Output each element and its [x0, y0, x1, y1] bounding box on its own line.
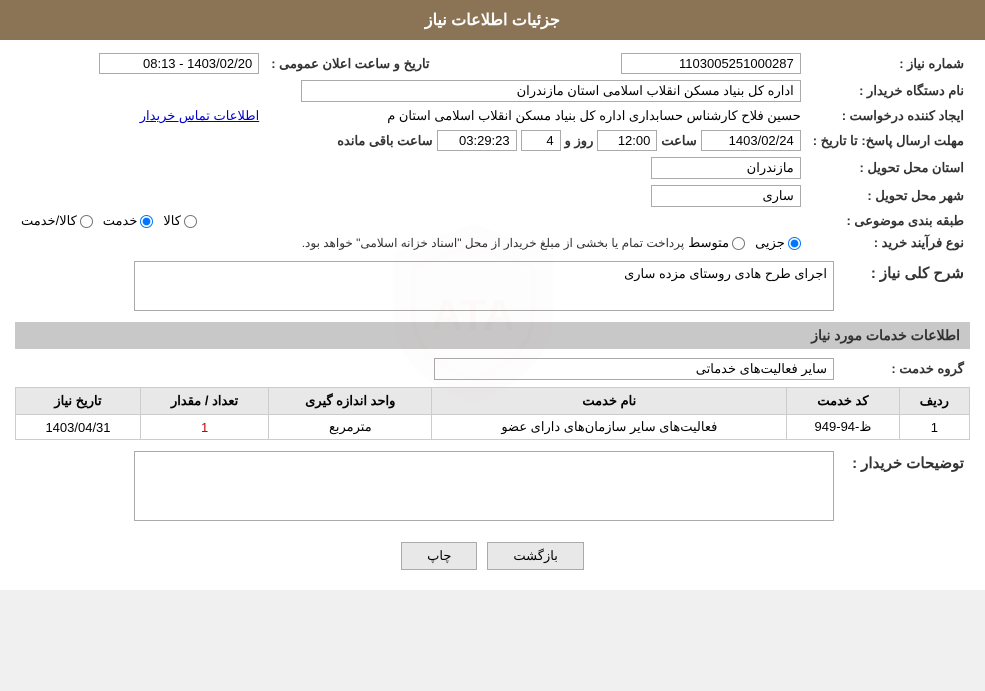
radio-khadamat: خدمت — [103, 213, 154, 229]
col-tedad: تعداد / مقدار — [141, 388, 269, 415]
sharhKoli-text: اجرای طرح هادی روستای مزده ساری — [624, 266, 827, 281]
basic-info-table: شماره نیاز : 1103005251000287 تاریخ و سا… — [15, 50, 970, 254]
cell-kod: ظ-94-949 — [787, 415, 899, 440]
tarikh-label: تاریخ و ساعت اعلان عمومی : — [265, 50, 435, 77]
col-radif: ردیف — [899, 388, 969, 415]
sharhKoli-value: اجرای طرح هادی روستای مزده ساری — [15, 258, 840, 314]
cell-radif: 1 — [899, 415, 969, 440]
noeFarayand-label: نوع فرآیند خرید : — [807, 232, 970, 254]
mohlat-saat-box: 12:00 — [597, 130, 657, 151]
shomareNiaz-box: 1103005251000287 — [621, 53, 801, 74]
groheKhadamat-box: سایر فعالیت‌های خدماتی — [434, 358, 834, 380]
shomareNiaz-label: شماره نیاز : — [807, 50, 970, 77]
mohlat-roz-box: 4 — [521, 130, 561, 151]
col-kod: کد خدمت — [787, 388, 899, 415]
col-tarikh: تاریخ نیاز — [16, 388, 141, 415]
etelaatTamas-link[interactable]: اطلاعات تماس خریدار — [140, 108, 259, 123]
ijadKonande-text: حسین فلاح کارشناس حسابداری اداره کل بنیا… — [387, 108, 801, 123]
radio-kala-khadamat-label: کالا/خدمت — [21, 213, 77, 229]
ostan-value: مازندران — [15, 154, 807, 182]
radio-jozi: جزیی — [755, 235, 801, 251]
section-services-title: اطلاعات خدمات مورد نیاز — [15, 322, 970, 349]
button-row: بازگشت چاپ — [15, 542, 970, 570]
cell-tarikh: 1403/04/31 — [16, 415, 141, 440]
ijadKonande-label: ایجاد کننده درخواست : — [807, 105, 970, 127]
mohlat-mande-label: ساعت باقی مانده — [337, 133, 432, 149]
tozihat-label: توضیحات خریدار : — [840, 448, 970, 527]
cell-nam: فعالیت‌های سایر سازمان‌های دارای عضو — [432, 415, 787, 440]
col-vahed: واحد اندازه گیری — [269, 388, 432, 415]
radio-motaset-label: متوسط — [688, 235, 729, 251]
namDastgah-box: اداره کل بنیاد مسکن انقلاب اسلامی استان … — [301, 80, 801, 102]
shomareNiaz-value: 1103005251000287 — [436, 50, 807, 77]
noeFarayand-flex: متوسط جزیی پرداخت تمام یا بخشی از مبلغ خ… — [21, 235, 801, 251]
sharhKoli-box: اجرای طرح هادی روستای مزده ساری — [134, 261, 834, 311]
page-header: جزئیات اطلاعات نیاز — [0, 0, 985, 40]
noeFarayand-row: متوسط جزیی پرداخت تمام یا بخشی از مبلغ خ… — [15, 232, 807, 254]
ostan-label: استان محل تحویل : — [807, 154, 970, 182]
radio-kala-label: کالا — [163, 213, 181, 229]
shahr-value: ساری — [15, 182, 807, 210]
tabaqe-label: طبقه بندی موضوعی : — [807, 210, 970, 232]
print-button[interactable]: چاپ — [401, 542, 477, 570]
radio-kala: کالا — [163, 213, 197, 229]
table-row: 1 ظ-94-949 فعالیت‌های سایر سازمان‌های دا… — [16, 415, 970, 440]
noeFarayand-radio-group: متوسط جزیی — [688, 235, 801, 251]
shahr-box: ساری — [651, 185, 801, 207]
ostan-box: مازندران — [651, 157, 801, 179]
tabaqe-radios: کالا/خدمت خدمت کالا — [15, 210, 807, 232]
sharh-table: شرح کلی نیاز : اجرای طرح هادی روستای مزد… — [15, 258, 970, 314]
radio-kala-khadamat-input[interactable] — [80, 215, 93, 228]
cell-tedad: 1 — [141, 415, 269, 440]
cell-vahed: مترمربع — [269, 415, 432, 440]
mohlat-row: 1403/02/24 ساعت 12:00 روز و 4 03:29:23 س… — [15, 127, 807, 154]
mohlat-date-row: 1403/02/24 ساعت 12:00 روز و 4 03:29:23 س… — [21, 130, 801, 151]
tozihat-table: توضیحات خریدار : — [15, 448, 970, 527]
tabaqe-radio-group: کالا/خدمت خدمت کالا — [21, 213, 801, 229]
main-content: ATA شماره نیاز : 1103005251000287 تاریخ … — [0, 40, 985, 590]
col-nam: نام خدمت — [432, 388, 787, 415]
radio-khadamat-input[interactable] — [140, 215, 153, 228]
back-button[interactable]: بازگشت — [487, 542, 583, 570]
shahr-label: شهر محل تحویل : — [807, 182, 970, 210]
mohlat-date-box: 1403/02/24 — [701, 130, 801, 151]
tarikh-value: 1403/02/20 - 08:13 — [15, 50, 265, 77]
noeFarayand-note: پرداخت تمام یا بخشی از مبلغ خریدار از مح… — [302, 236, 685, 250]
mohlat-mande-box: 03:29:23 — [437, 130, 517, 151]
mohlat-roz-label: روز و — [565, 133, 594, 149]
sharhKoli-label: شرح کلی نیاز : — [840, 258, 970, 314]
groheKhadamat-value: سایر فعالیت‌های خدماتی — [15, 355, 840, 383]
tarikh-box: 1403/02/20 - 08:13 — [99, 53, 259, 74]
mohlat-label: مهلت ارسال پاسخ: تا تاریخ : — [807, 127, 970, 154]
page-title: جزئیات اطلاعات نیاز — [425, 12, 560, 29]
namDastgah-label: نام دستگاه خریدار : — [807, 77, 970, 105]
radio-khadamat-label: خدمت — [103, 213, 138, 229]
services-grid: ردیف کد خدمت نام خدمت واحد اندازه گیری ت… — [15, 387, 970, 440]
mohlat-saat-label: ساعت — [661, 133, 696, 149]
radio-jozi-input[interactable] — [788, 237, 801, 250]
groheKhadamat-label: گروه خدمت : — [840, 355, 970, 383]
radio-jozi-label: جزیی — [755, 235, 785, 251]
radio-kala-input[interactable] — [184, 215, 197, 228]
radio-motaset: متوسط — [688, 235, 745, 251]
tozihat-value — [15, 448, 840, 527]
ijadKonande-value: حسین فلاح کارشناس حسابداری اداره کل بنیا… — [265, 105, 807, 127]
radio-motaset-input[interactable] — [732, 237, 745, 250]
namDastgah-value: اداره کل بنیاد مسکن انقلاب اسلامی استان … — [15, 77, 807, 105]
etelaatTamas-value: اطلاعات تماس خریدار — [15, 105, 265, 127]
grohe-table: گروه خدمت : سایر فعالیت‌های خدماتی — [15, 355, 970, 383]
page-wrapper: جزئیات اطلاعات نیاز ATA شماره نیاز : 110… — [0, 0, 985, 590]
radio-kala-khadamat: کالا/خدمت — [21, 213, 93, 229]
tozihat-textarea[interactable] — [134, 451, 834, 521]
